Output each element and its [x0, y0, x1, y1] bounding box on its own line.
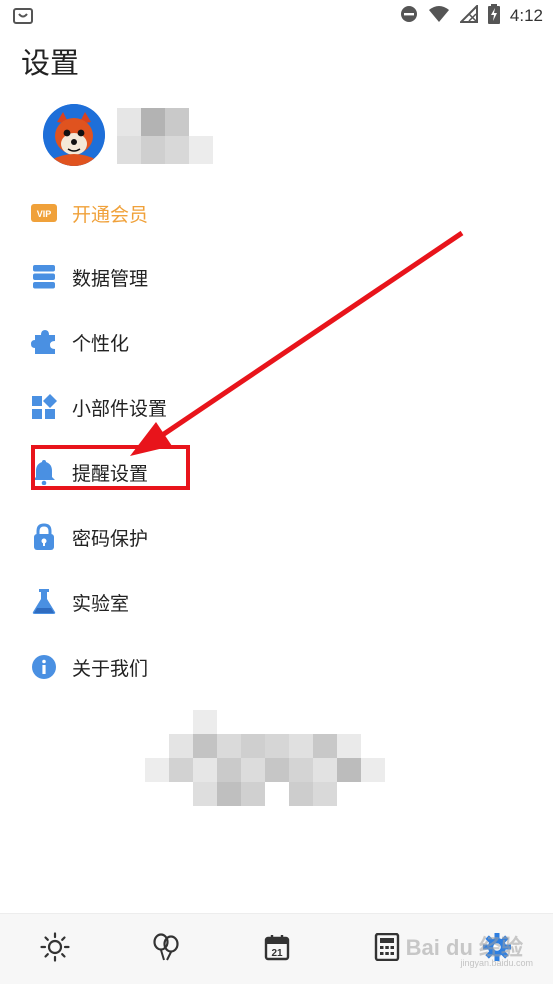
menu-label-lab: 实验室: [72, 592, 130, 615]
battery-charging-icon: [487, 4, 500, 28]
menu-label-widget-settings: 小部件设置: [72, 397, 168, 420]
menu-item-data-management[interactable]: 数据管理: [30, 257, 148, 297]
menu-item-personalization[interactable]: 个性化: [30, 322, 129, 362]
menu-item-lab[interactable]: 实验室: [30, 582, 129, 622]
bottom-navigation-bar: 21 Bai du 经验 jingyan.baidu.com: [0, 913, 553, 984]
status-bar: 4:12: [0, 0, 553, 32]
balloons-icon: [151, 932, 181, 966]
avatar[interactable]: [43, 104, 105, 166]
database-icon: [30, 263, 58, 291]
menu-item-password-protection[interactable]: 密码保护: [30, 517, 148, 557]
baidu-watermark-url: jingyan.baidu.com: [460, 958, 533, 968]
calendar-date-badge: 21: [271, 948, 283, 959]
menu-label-personalization: 个性化: [72, 332, 130, 355]
do-not-disturb-icon: [400, 5, 418, 27]
info-icon: [30, 653, 58, 681]
wifi-icon: [428, 5, 450, 27]
menu-item-widget-settings[interactable]: 小部件设置: [30, 387, 167, 427]
nav-calculator-button[interactable]: [372, 932, 402, 965]
sun-icon: [40, 932, 70, 966]
status-time: 4:12: [509, 6, 543, 25]
puzzle-icon: [30, 328, 58, 356]
menu-label-password-protection: 密码保护: [72, 527, 149, 550]
nav-sun-button[interactable]: [40, 932, 70, 966]
username-pixelated: [117, 108, 217, 164]
calculator-icon: [374, 932, 400, 965]
vip-badge-icon: VIP: [30, 199, 58, 227]
page-title: 设置: [21, 46, 80, 80]
profile-header[interactable]: [43, 104, 263, 168]
menu-item-about-us[interactable]: 关于我们: [30, 647, 148, 687]
shopping-bag-icon: [12, 5, 34, 29]
lock-icon: [30, 523, 58, 551]
annotation-highlight-box: [31, 445, 190, 490]
menu-label-vip: 开通会员: [72, 203, 149, 226]
flask-icon: [30, 588, 58, 616]
calendar-icon: 21: [263, 933, 291, 965]
menu-label-about-us: 关于我们: [72, 657, 149, 680]
nav-balloons-button[interactable]: [151, 932, 181, 966]
widgets-icon: [30, 393, 58, 421]
no-signal-icon: [458, 3, 478, 27]
menu-item-vip[interactable]: VIP 开通会员: [30, 193, 148, 233]
nav-calendar-button[interactable]: 21: [262, 934, 292, 964]
menu-label-data-management: 数据管理: [72, 267, 149, 290]
svg-text:VIP: VIP: [37, 209, 52, 219]
footer-pixelated-block: [145, 710, 385, 806]
